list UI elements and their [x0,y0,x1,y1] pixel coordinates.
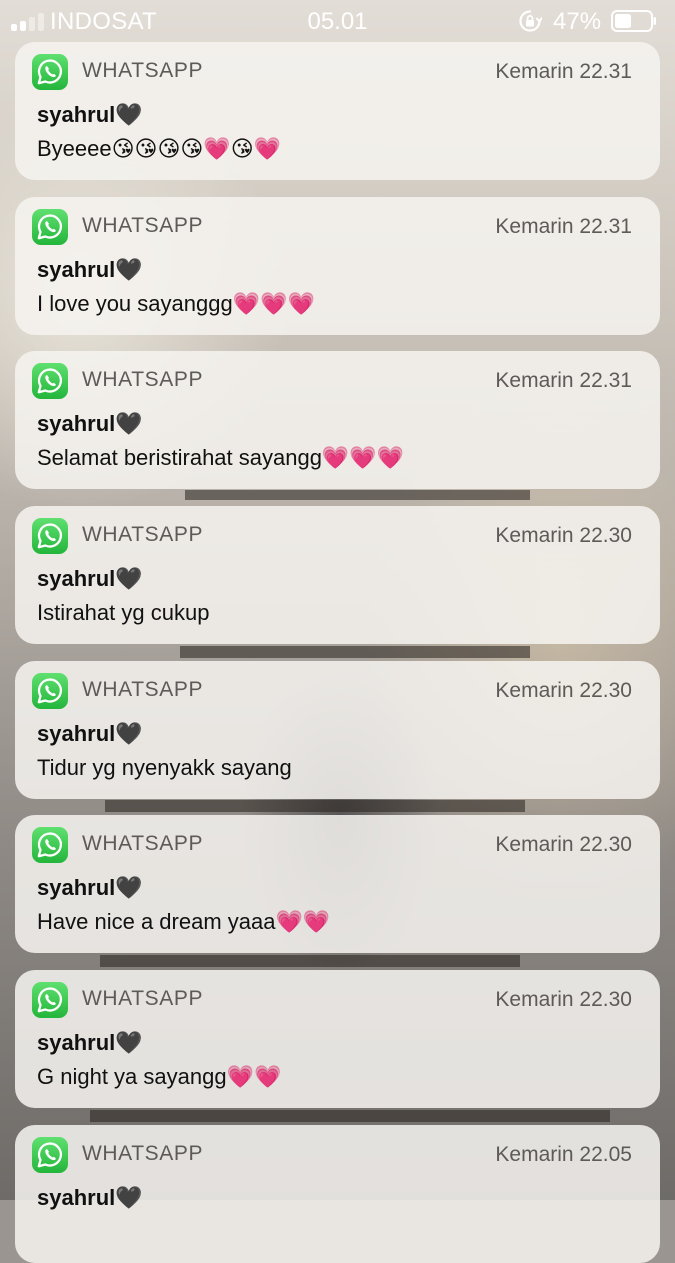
whatsapp-icon [32,1137,68,1173]
notification-sender: syahrul🖤 [37,102,143,127]
notification-message: Have nice a dream yaaa💗💗 [37,909,331,934]
notification-time: Kemarin 22.30 [495,833,632,856]
notification-card[interactable]: WHATSAPP Kemarin 22.30 syahrul🖤 Istiraha… [15,506,660,644]
notification-card[interactable]: WHATSAPP Kemarin 22.05 syahrul🖤 [15,1125,660,1263]
whatsapp-icon [32,363,68,399]
whatsapp-icon [32,209,68,245]
notification-app-name: WHATSAPP [82,987,204,1010]
notification-app-name: WHATSAPP [82,59,204,82]
whatsapp-icon [32,827,68,863]
status-bar: INDOSAT 05.01 47% [0,0,675,42]
notification-card[interactable]: WHATSAPP Kemarin 22.30 syahrul🖤 G night … [15,970,660,1108]
notification-sender: syahrul🖤 [37,257,143,282]
notification-card[interactable]: WHATSAPP Kemarin 22.30 syahrul🖤 Tidur yg… [15,661,660,799]
wallpaper-mirror-frame-low [105,800,525,812]
notification-app-name: WHATSAPP [82,1142,204,1165]
notification-card[interactable]: WHATSAPP Kemarin 22.30 syahrul🖤 Have nic… [15,815,660,953]
battery-percentage: 47% [553,8,602,35]
battery-icon [611,10,656,32]
notification-app-name: WHATSAPP [82,832,204,855]
notification-time: Kemarin 22.05 [495,1143,632,1166]
notification-time: Kemarin 22.30 [495,988,632,1011]
wallpaper-mirror-frame-bottom [100,955,520,967]
notification-sender: syahrul🖤 [37,721,143,746]
notification-message: Istirahat yg cukup [37,600,210,625]
notification-app-name: WHATSAPP [82,214,204,237]
whatsapp-icon [32,982,68,1018]
notification-time: Kemarin 22.30 [495,524,632,547]
notification-message: I love you sayanggg💗💗💗 [37,291,315,316]
notification-time: Kemarin 22.30 [495,679,632,702]
notification-time: Kemarin 22.31 [495,215,632,238]
notification-card[interactable]: WHATSAPP Kemarin 22.31 syahrul🖤 Selamat … [15,351,660,489]
wallpaper-mirror-frame-base [90,1110,610,1122]
notification-message: Byeeee😘😘😘😘💗😘💗 [37,136,282,161]
rotation-lock-icon [519,10,542,32]
notification-message: Tidur yg nyenyakk sayang [37,755,292,780]
notification-sender: syahrul🖤 [37,411,143,436]
wallpaper-mirror-frame-mid [180,646,530,658]
notification-sender: syahrul🖤 [37,1030,143,1055]
notification-app-name: WHATSAPP [82,678,204,701]
notification-message: G night ya sayangg💗💗 [37,1064,282,1089]
notification-app-name: WHATSAPP [82,523,204,546]
notification-card[interactable]: WHATSAPP Kemarin 22.31 syahrul🖤 I love y… [15,197,660,335]
notification-sender: syahrul🖤 [37,875,143,900]
wallpaper-mirror-frame-top [185,490,530,500]
notification-sender: syahrul🖤 [37,1185,143,1210]
notification-time: Kemarin 22.31 [495,369,632,392]
notification-time: Kemarin 22.31 [495,60,632,83]
whatsapp-icon [32,54,68,90]
notification-message: Selamat beristirahat sayangg💗💗💗 [37,445,405,470]
notification-sender: syahrul🖤 [37,566,143,591]
notification-app-name: WHATSAPP [82,368,204,391]
notification-card[interactable]: WHATSAPP Kemarin 22.31 syahrul🖤 Byeeee😘😘… [15,42,660,180]
whatsapp-icon [32,673,68,709]
whatsapp-icon [32,518,68,554]
